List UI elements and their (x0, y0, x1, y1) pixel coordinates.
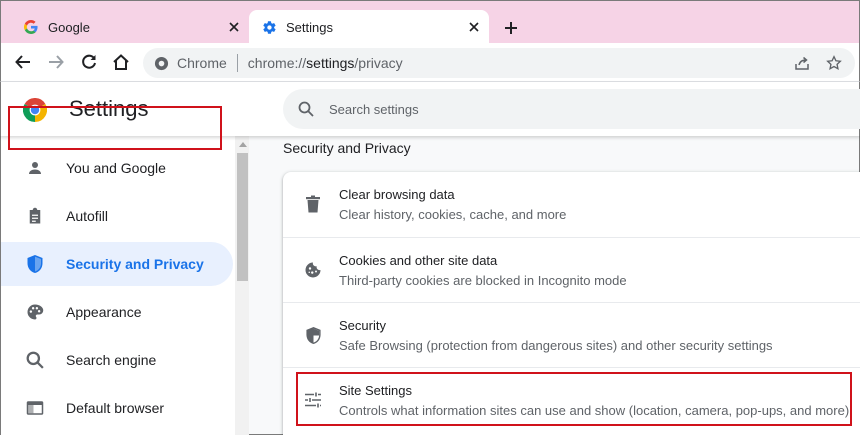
row-security[interactable]: Security Safe Browsing (protection from … (283, 302, 860, 367)
back-button[interactable] (11, 50, 35, 74)
plus-icon (505, 22, 517, 34)
sidebar-item-default-browser[interactable]: Default browser (1, 386, 233, 430)
search-input[interactable] (329, 101, 729, 117)
browser-window-icon (25, 398, 45, 418)
omnibox-separator (236, 54, 238, 72)
tab-google[interactable]: Google (9, 10, 249, 44)
sidebar-item-security-and-privacy[interactable]: Security and Privacy (1, 242, 233, 286)
row-subtitle: Clear history, cookies, cache, and more (339, 207, 567, 222)
browser-toolbar: Chrome chrome://settings/privacy (0, 43, 860, 81)
scrollbar-thumb[interactable] (237, 153, 248, 281)
tab-label: Settings (286, 19, 333, 35)
tab-strip: Google Settings (0, 0, 860, 44)
row-clear-browsing-data[interactable]: Clear browsing data Clear history, cooki… (283, 172, 860, 237)
sidebar-item-you-and-google[interactable]: You and Google (1, 146, 233, 190)
sidebar-item-label: Default browser (66, 400, 165, 416)
palette-icon (25, 302, 45, 322)
share-icon[interactable] (791, 52, 813, 74)
clipboard-icon (25, 206, 45, 226)
trash-icon (303, 194, 323, 214)
sidebar-item-label: Search engine (66, 352, 157, 368)
tab-label: Google (48, 19, 90, 35)
cookie-icon (303, 260, 323, 280)
home-icon (113, 54, 129, 70)
row-title: Clear browsing data (339, 187, 455, 202)
site-label: Chrome (177, 55, 227, 71)
address-bar[interactable]: Chrome chrome://settings/privacy (143, 48, 855, 78)
arrow-right-icon (49, 55, 64, 69)
scroll-up-arrow-icon[interactable] (239, 142, 247, 147)
sidebar-item-label: Autofill (66, 208, 109, 224)
close-icon[interactable] (223, 16, 245, 38)
reload-icon (82, 54, 96, 69)
highlight-box-security-and-privacy (8, 106, 222, 150)
star-icon[interactable] (823, 52, 845, 74)
close-icon[interactable] (463, 16, 485, 38)
tab-settings[interactable]: Settings (249, 10, 489, 44)
google-g-icon (23, 19, 39, 35)
row-subtitle: Safe Browsing (protection from dangerous… (339, 338, 773, 353)
search-settings-box[interactable] (283, 89, 860, 129)
highlight-box-site-settings (296, 372, 852, 426)
reload-button[interactable] (77, 50, 101, 74)
chrome-icon (153, 55, 169, 71)
row-title: Security (339, 318, 386, 333)
sidebar-item-label: You and Google (66, 160, 166, 176)
sidebar-item-label: Security and Privacy (66, 256, 204, 272)
search-icon (25, 350, 45, 370)
sidebar-item-search-engine[interactable]: Search engine (1, 338, 233, 382)
shield-icon (25, 254, 45, 274)
row-cookies[interactable]: Cookies and other site data Third-party … (283, 237, 860, 302)
sidebar-item-appearance[interactable]: Appearance (1, 290, 233, 334)
sidebar-item-label: Appearance (66, 304, 142, 320)
sidebar-item-autofill[interactable]: Autofill (1, 194, 233, 238)
gear-icon (261, 19, 277, 35)
row-subtitle: Third-party cookies are blocked in Incog… (339, 273, 627, 288)
forward-button[interactable] (44, 50, 68, 74)
new-tab-button[interactable] (499, 16, 523, 40)
shield-icon (303, 325, 323, 345)
home-button[interactable] (109, 50, 133, 74)
url-text: chrome://settings/privacy (247, 55, 403, 71)
person-icon (25, 158, 45, 178)
section-title: Security and Privacy (283, 140, 411, 156)
arrow-left-icon (15, 55, 30, 69)
settings-sidebar: You and Google Autofill Security and Pri… (1, 136, 235, 435)
row-title: Cookies and other site data (339, 253, 498, 268)
search-icon (297, 100, 315, 118)
